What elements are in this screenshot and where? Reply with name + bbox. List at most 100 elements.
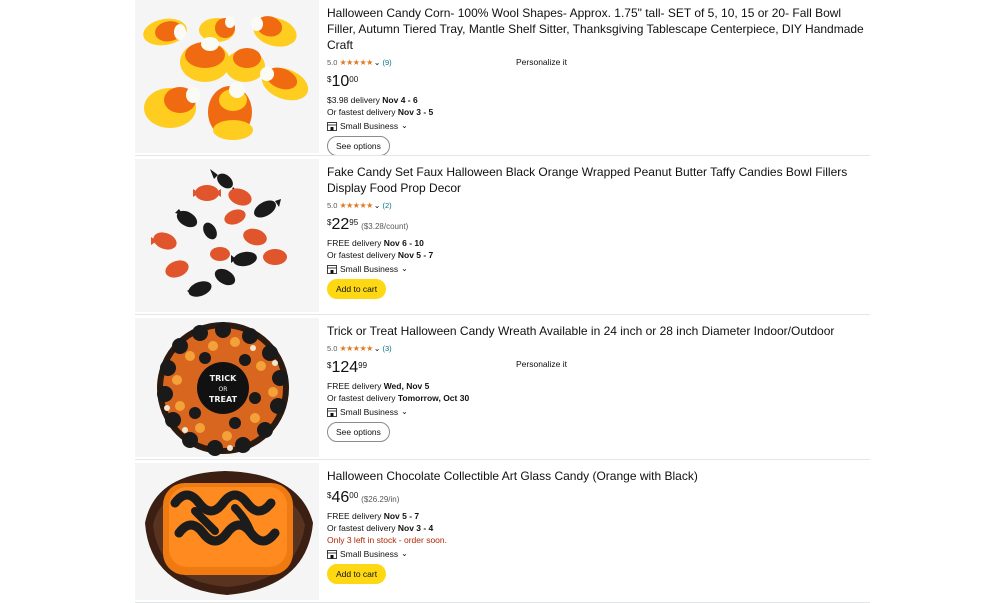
delivery-date: Nov 6 - 10 [383,238,424,248]
wreath-label-treat: TREAT [209,395,238,404]
fastest-delivery-line: Or fastest delivery Tomorrow, Oct 30 [327,392,867,404]
fastest-text: Or fastest delivery [327,250,398,260]
price-whole: 46 [331,489,350,506]
fastest-text: Or fastest delivery [327,523,398,533]
result-item: Halloween Chocolate Collectible Art Glas… [135,463,870,603]
result-item: TRICK OR TREAT Trick or Treat Halloween … [135,318,870,460]
add-to-cart-button[interactable]: Add to cart [327,279,387,299]
result-item: Halloween Candy Corn- 100% Wool Shapes- … [135,0,870,156]
chevron-down-icon: ⌄ [401,407,408,416]
price-row: $ 46 00 ($26.29/in) [327,488,867,510]
fastest-date: Tomorrow, Oct 30 [397,393,470,403]
delivery-text: FREE delivery [327,381,384,391]
chevron-down-icon[interactable]: ⌄ [374,201,381,210]
store-icon [327,407,337,417]
rating-row[interactable]: 5.0 ★★★★★ ⌄ (9) [327,56,867,68]
result-info: Trick or Treat Halloween Candy Wreath Av… [327,318,867,442]
candy-wreath-image: TRICK OR TREAT [135,318,319,457]
add-to-cart-button[interactable]: Add to cart [327,564,387,584]
chevron-down-icon: ⌄ [401,549,408,558]
small-business-label: Small Business [340,121,399,131]
result-item: Fake Candy Set Faux Halloween Black Oran… [135,159,870,315]
store-icon [327,121,337,131]
wreath-label-or: OR [219,386,228,393]
candy-corn-image [135,0,319,153]
store-icon [327,264,337,274]
delivery-text: FREE delivery [327,238,384,248]
product-title[interactable]: Trick or Treat Halloween Candy Wreath Av… [327,323,867,339]
fastest-text: Or fastest delivery [327,107,398,117]
price-whole: 124 [331,359,359,376]
product-image[interactable]: TRICK OR TREAT [135,318,319,457]
rating-row[interactable]: 5.0 ★★★★★ ⌄ (2) [327,199,867,211]
fastest-date: Nov 3 - 4 [397,523,434,533]
product-title[interactable]: Halloween Chocolate Collectible Art Glas… [327,468,867,484]
product-title[interactable]: Halloween Candy Corn- 100% Wool Shapes- … [327,5,867,53]
store-icon [327,549,337,559]
price-row: $ 10 00 [327,72,867,94]
result-info: Fake Candy Set Faux Halloween Black Oran… [327,159,867,299]
price-row: $ 22 95 ($3.28/count) [327,215,867,237]
price-fraction: 95 [349,218,359,227]
delivery-line: FREE delivery Nov 5 - 7 [327,510,867,522]
review-count[interactable]: (3) [383,344,392,353]
personalize-label: Personalize it [516,359,568,369]
price[interactable]: $ 22 95 [327,215,358,235]
product-image[interactable] [135,0,319,153]
star-rating-icon: ★★★★★ [339,343,373,353]
rating-value: 5.0 [327,343,338,353]
delivery-line: FREE delivery Wed, Nov 5 [327,380,867,392]
see-options-button[interactable]: See options [327,136,390,156]
star-rating-icon: ★★★★★ [339,200,373,210]
small-business-label: Small Business [340,549,399,559]
review-count[interactable]: (2) [383,201,392,210]
product-image[interactable] [135,159,319,312]
price-whole: 22 [331,216,350,233]
small-business-badge[interactable]: Small Business ⌄ [327,406,867,418]
rating-value: 5.0 [327,57,338,67]
small-business-label: Small Business [340,264,399,274]
chevron-down-icon[interactable]: ⌄ [374,58,381,67]
price-whole: 10 [331,73,350,90]
delivery-date: Wed, Nov 5 [383,381,430,391]
price[interactable]: $ 46 00 [327,488,358,508]
result-info: Halloween Candy Corn- 100% Wool Shapes- … [327,0,867,156]
chevron-down-icon: ⌄ [401,121,408,130]
price-fraction: 99 [358,361,368,370]
star-rating-icon: ★★★★★ [339,57,373,67]
delivery-date: Nov 4 - 6 [382,95,418,105]
delivery-date: Nov 5 - 7 [383,511,420,521]
rating-value: 5.0 [327,200,338,210]
price[interactable]: $ 124 99 [327,358,367,378]
small-business-badge[interactable]: Small Business ⌄ [327,120,867,132]
delivery-line: $3.98 delivery Nov 4 - 6 [327,94,867,106]
chevron-down-icon: ⌄ [401,264,408,273]
product-title[interactable]: Fake Candy Set Faux Halloween Black Oran… [327,164,867,196]
unit-price: ($26.29/in) [361,495,400,504]
fastest-delivery-line: Or fastest delivery Nov 3 - 5 [327,106,867,118]
result-info: Halloween Chocolate Collectible Art Glas… [327,463,867,584]
delivery-line: FREE delivery Nov 6 - 10 [327,237,867,249]
fastest-date: Nov 5 - 7 [397,250,434,260]
fastest-date: Nov 3 - 5 [397,107,434,117]
chocolate-candy-image [135,463,319,600]
delivery-text: FREE delivery [327,511,384,521]
delivery-text: $3.98 delivery [327,95,383,105]
fastest-delivery-line: Or fastest delivery Nov 3 - 4 [327,522,867,534]
chevron-down-icon[interactable]: ⌄ [374,344,381,353]
see-options-button[interactable]: See options [327,422,390,442]
rating-row[interactable]: 5.0 ★★★★★ ⌄ (3) [327,342,867,354]
review-count[interactable]: (9) [383,58,392,67]
price-fraction: 00 [349,491,359,500]
small-business-badge[interactable]: Small Business ⌄ [327,263,867,275]
price-row: $ 124 99 [327,358,867,380]
small-business-label: Small Business [340,407,399,417]
fastest-text: Or fastest delivery [327,393,398,403]
price-fraction: 00 [349,75,359,84]
unit-price: ($3.28/count) [361,222,409,231]
personalize-label: Personalize it [516,57,568,67]
product-image[interactable] [135,463,319,600]
fastest-delivery-line: Or fastest delivery Nov 5 - 7 [327,249,867,261]
price[interactable]: $ 10 00 [327,72,358,92]
small-business-badge[interactable]: Small Business ⌄ [327,548,867,560]
